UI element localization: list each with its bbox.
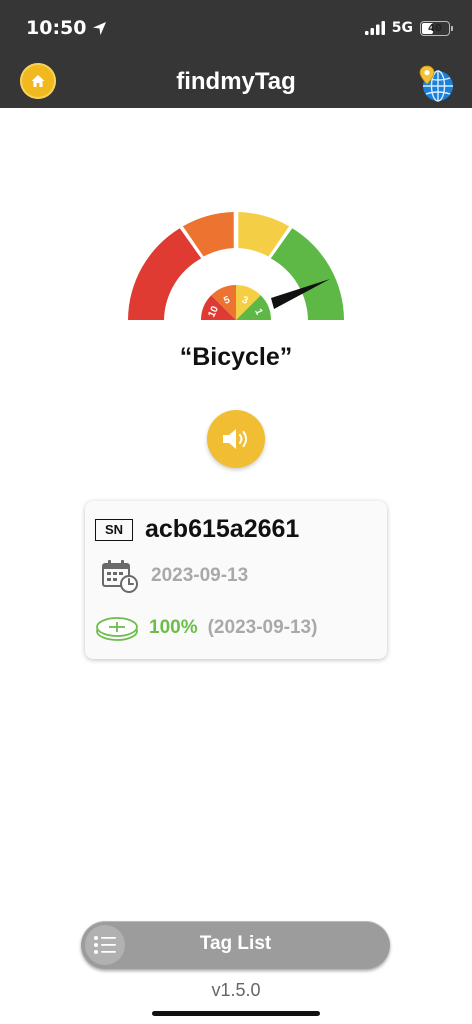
battery-icon: 40 (420, 20, 453, 36)
nav-bar: findmyTag (0, 58, 472, 106)
tag-name: “Bicycle” (179, 343, 293, 371)
battery-level: 40 (428, 22, 442, 34)
app-title: findmyTag (176, 68, 296, 95)
home-indicator[interactable] (152, 1011, 320, 1016)
signal-icon (364, 21, 385, 35)
tag-info-card[interactable]: SN acb615a2661 2023-09-13 100% (2023-09-… (85, 501, 387, 659)
last-seen-date: 2023-09-13 (151, 565, 249, 586)
signal-gauge: 10 5 3 1 (128, 212, 344, 320)
serial-row: SN acb615a2661 (95, 515, 299, 544)
app-version: v1.5.0 (211, 980, 261, 1000)
gauge-inner-dial: 10 5 3 1 (201, 285, 271, 320)
location-arrow-icon (93, 21, 107, 35)
sn-badge: SN (95, 518, 133, 541)
coin-battery-icon (96, 617, 138, 641)
date-row: 2023-09-13 (101, 559, 248, 593)
tag-list-button[interactable]: Tag List (81, 921, 390, 969)
calendar-clock-icon (102, 560, 138, 593)
status-time: 10:50 (26, 17, 107, 39)
top-bar: 10:50 5G 40 findmyTag (0, 0, 472, 108)
globe-location-icon[interactable] (416, 63, 456, 103)
serial-number: acb615a2661 (145, 515, 300, 543)
network-label: 5G (391, 20, 413, 36)
status-time-text: 10:50 (26, 17, 87, 39)
battery-row: 100% (2023-09-13) (95, 614, 317, 642)
battery-date: (2023-09-13) (207, 617, 318, 638)
speaker-icon (223, 429, 247, 449)
battery-percent: 100% (149, 617, 198, 638)
sound-button[interactable] (207, 410, 265, 468)
status-bar: 10:50 5G 40 (26, 14, 453, 42)
tag-list-label: Tag List (199, 933, 272, 954)
